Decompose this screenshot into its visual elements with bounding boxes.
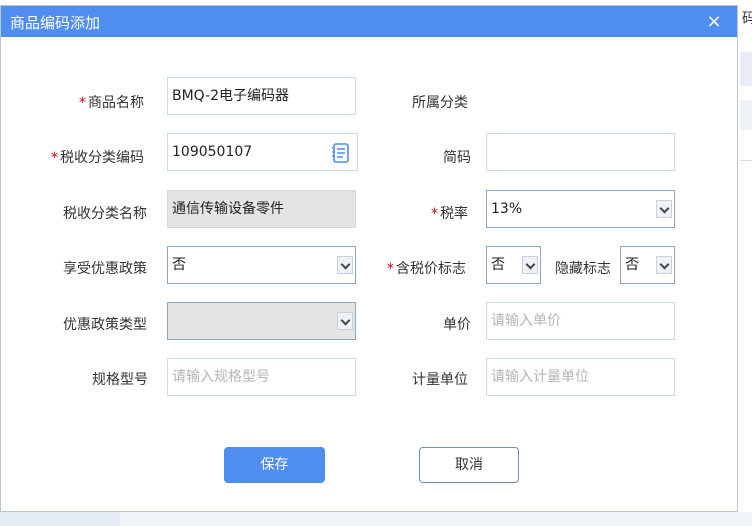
tax-included-label-text: 含税价标志: [396, 261, 466, 277]
close-icon[interactable]: ×: [704, 12, 724, 32]
background-fragment-text: 码: [742, 11, 752, 27]
tax-name-field: 通信传输设备零件: [167, 190, 356, 228]
chevron-down-icon: [656, 200, 672, 218]
book-icon[interactable]: [331, 142, 351, 164]
preferential-select[interactable]: 否: [167, 246, 356, 284]
tax-included-value: 否: [491, 257, 505, 273]
required-marker: *: [431, 206, 438, 222]
chevron-down-icon: [656, 256, 672, 274]
tax-code-value: 109050107: [172, 144, 253, 160]
category-label: 所属分类: [412, 95, 468, 111]
tax-rate-select[interactable]: 13%: [486, 190, 675, 228]
hidden-flag-value: 否: [625, 257, 639, 273]
tax-included-select[interactable]: 否: [486, 246, 541, 284]
product-code-dialog: 商品编码添加 × * 商品名称 BMQ-2电子编码器 所属分类 * 税收分类编码 1…: [0, 5, 738, 512]
background-footer-left: [0, 512, 120, 526]
save-button[interactable]: 保存: [224, 447, 325, 483]
policy-type-select[interactable]: [167, 302, 356, 340]
background-band: [740, 100, 752, 130]
tax-included-label: * 含税价标志: [387, 258, 466, 278]
preferential-value: 否: [172, 257, 186, 273]
required-marker: *: [51, 150, 58, 166]
unit-label: 计量单位: [412, 372, 468, 388]
unit-price-placeholder: 请输入单价: [491, 313, 561, 329]
unit-price-label: 单价: [443, 317, 471, 333]
chevron-down-icon: [522, 256, 538, 274]
product-name-input[interactable]: BMQ-2电子编码器: [167, 77, 356, 115]
cancel-button[interactable]: 取消: [419, 447, 519, 483]
short-code-label: 简码: [443, 150, 471, 166]
chevron-down-icon: [337, 256, 353, 274]
product-name-label: * 商品名称: [79, 92, 144, 112]
unit-input[interactable]: 请输入计量单位: [486, 358, 675, 396]
short-code-input[interactable]: [486, 133, 675, 171]
preferential-label: 享受优惠政策: [63, 261, 147, 277]
required-marker: *: [387, 261, 394, 277]
policy-type-label: 优惠政策类型: [63, 317, 147, 333]
product-name-label-text: 商品名称: [88, 95, 144, 111]
required-marker: *: [79, 95, 86, 111]
tax-rate-value: 13%: [491, 201, 523, 217]
spec-label: 规格型号: [92, 372, 148, 388]
unit-placeholder: 请输入计量单位: [491, 369, 589, 385]
tax-rate-label-text: 税率: [440, 206, 468, 222]
tax-code-label: * 税收分类编码: [51, 147, 144, 167]
tax-rate-label: * 税率: [431, 203, 468, 223]
chevron-down-icon: [337, 312, 353, 330]
spec-placeholder: 请输入规格型号: [172, 369, 270, 385]
tax-code-input[interactable]: 109050107: [167, 133, 358, 171]
dialog-titlebar: 商品编码添加 ×: [1, 6, 737, 37]
dialog-title: 商品编码添加: [10, 14, 101, 32]
spec-input[interactable]: 请输入规格型号: [167, 358, 356, 396]
hidden-flag-select[interactable]: 否: [620, 246, 675, 284]
tax-name-label: 税收分类名称: [63, 206, 147, 222]
tax-code-label-text: 税收分类编码: [60, 150, 144, 166]
hidden-flag-label: 隐藏标志: [555, 261, 611, 277]
background-band: [740, 52, 752, 86]
background-divider: [740, 160, 752, 161]
unit-price-input[interactable]: 请输入单价: [486, 302, 675, 340]
